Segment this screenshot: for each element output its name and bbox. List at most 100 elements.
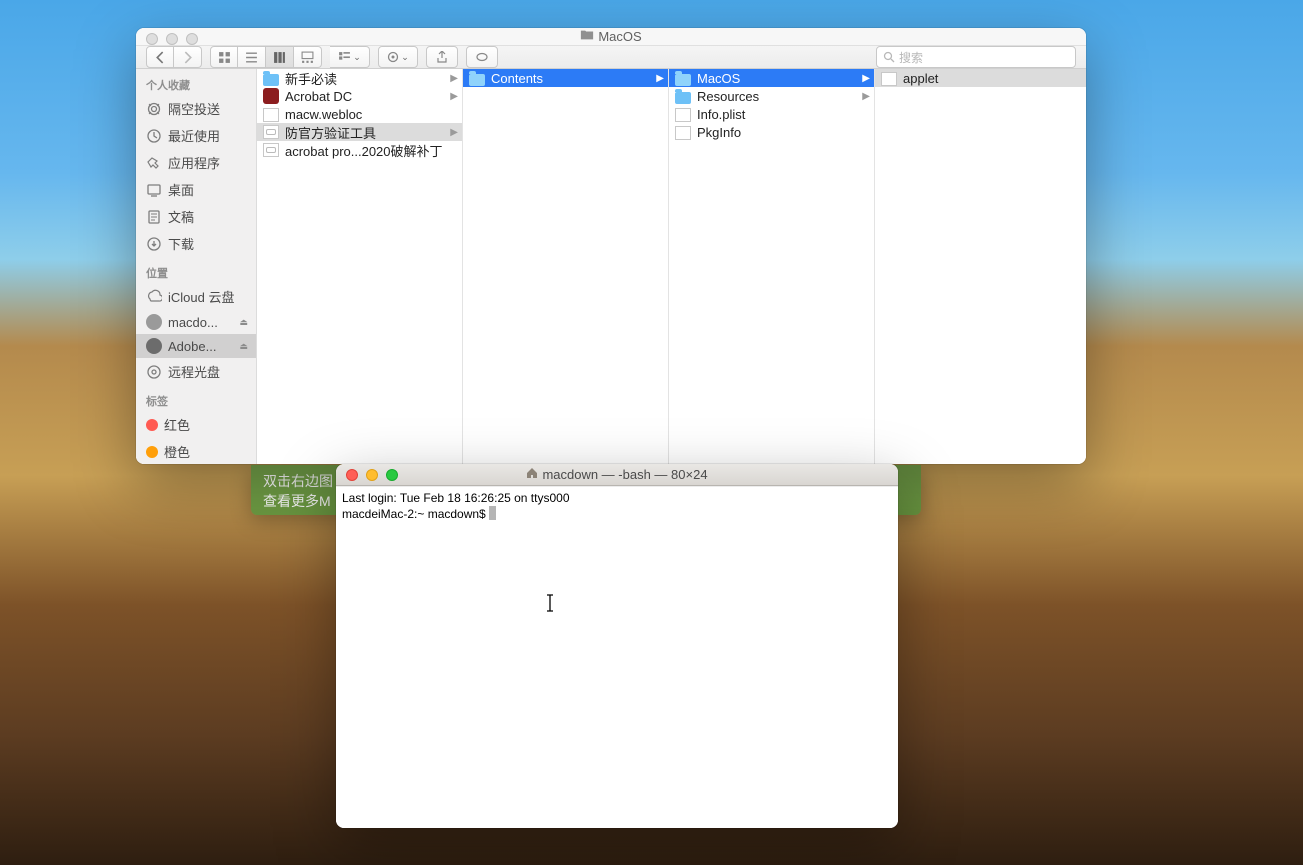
file-row[interactable]: Info.plist [669, 105, 874, 123]
sidebar-item[interactable]: 隔空投送 [136, 95, 256, 122]
search-input[interactable]: 搜索 [876, 46, 1076, 68]
sidebar-label: Adobe... [168, 339, 216, 354]
folder-icon [263, 74, 279, 86]
app-icon [263, 88, 279, 104]
close-button[interactable] [146, 33, 158, 45]
folder-icon [675, 74, 691, 86]
finder-window: MacOS ⌄ ⌄ 搜索 个人收藏 [136, 28, 1086, 464]
ibeam-cursor-icon [545, 594, 555, 617]
sidebar-label: 红色 [164, 415, 190, 434]
search-placeholder: 搜索 [899, 49, 923, 66]
view-icon-button[interactable] [210, 46, 238, 68]
finder-sidebar: 个人收藏 隔空投送最近使用应用程序桌面文稿下载 位置 iCloud 云盘 macd… [136, 69, 257, 464]
file-label: Contents [491, 71, 543, 86]
sb-fav-header: 个人收藏 [136, 69, 256, 95]
sidebar-item[interactable]: Adobe... ⏏ [136, 334, 256, 358]
file-label: 新手必读 [285, 69, 337, 88]
file-label: Acrobat DC [285, 89, 352, 104]
chevron-right-icon: ▶ [450, 73, 458, 84]
close-button[interactable] [346, 469, 358, 481]
file-label: acrobat pro...2020破解补丁 [285, 141, 443, 160]
action-button[interactable]: ⌄ [378, 46, 418, 68]
finder-title: MacOS [598, 29, 641, 44]
sidebar-label: 橙色 [164, 442, 190, 461]
sidebar-item[interactable]: iCloud 云盘 [136, 283, 256, 310]
file-label: 防官方验证工具 [285, 123, 376, 142]
file-row[interactable]: acrobat pro...2020破解补丁 [257, 141, 462, 159]
sb-loc-header: 位置 [136, 257, 256, 283]
sidebar-item[interactable]: 文稿 [136, 203, 256, 230]
maximize-button[interactable] [386, 469, 398, 481]
tag-dot-icon [146, 446, 158, 458]
search-icon [883, 51, 895, 63]
share-button[interactable] [426, 46, 458, 68]
file-label: Resources [697, 89, 759, 104]
chevron-right-icon: ▶ [862, 91, 870, 102]
sidebar-item[interactable]: macdo... ⏏ [136, 310, 256, 334]
file-row[interactable]: Contents ▶ [463, 69, 668, 87]
sidebar-label: 隔空投送 [168, 99, 220, 118]
finder-columns: 新手必读 ▶ Acrobat DC ▶ macw.webloc防官方验证工具 ▶ acrob… [257, 69, 1086, 464]
sidebar-tag[interactable]: 橙色 [136, 438, 256, 464]
group-button[interactable]: ⌄ [330, 46, 370, 68]
file-row[interactable]: 新手必读 ▶ [257, 69, 462, 87]
chevron-right-icon: ▶ [656, 73, 664, 84]
file-row[interactable]: applet [875, 69, 1086, 87]
sidebar-label: iCloud 云盘 [168, 287, 234, 306]
terminal-title: macdown — -bash — 80×24 [542, 467, 707, 482]
minimize-button[interactable] [366, 469, 378, 481]
sidebar-item[interactable]: 下载 [136, 230, 256, 257]
back-button[interactable] [146, 46, 174, 68]
file-row[interactable]: Resources ▶ [669, 87, 874, 105]
tags-button[interactable] [466, 46, 498, 68]
script-icon [263, 125, 279, 139]
view-buttons [210, 46, 322, 68]
eject-icon[interactable]: ⏏ [239, 317, 248, 328]
file-row[interactable]: PkgInfo [669, 123, 874, 141]
finder-titlebar[interactable]: MacOS [136, 28, 1086, 46]
file-icon [263, 108, 279, 122]
sidebar-label: 远程光盘 [168, 362, 220, 381]
nav-buttons [146, 46, 202, 68]
terminal-titlebar[interactable]: macdown — -bash — 80×24 [336, 464, 898, 486]
maximize-button[interactable] [186, 33, 198, 45]
file-label: MacOS [697, 71, 740, 86]
sidebar-label: macdo... [168, 315, 218, 330]
sidebar-item[interactable]: 远程光盘 [136, 358, 256, 385]
column-3[interactable]: MacOS ▶ Resources ▶ Info.plist PkgInfo [669, 69, 875, 464]
view-column-button[interactable] [266, 46, 294, 68]
file-label: applet [903, 71, 938, 86]
sidebar-label: 应用程序 [168, 153, 220, 172]
terminal-body[interactable]: Last login: Tue Feb 18 16:26:25 on ttys0… [336, 486, 898, 828]
sidebar-tag[interactable]: 红色 [136, 411, 256, 438]
sidebar-item[interactable]: 最近使用 [136, 122, 256, 149]
file-icon [675, 108, 691, 122]
tag-dot-icon [146, 419, 158, 431]
terminal-window: macdown — -bash — 80×24 Last login: Tue … [336, 464, 898, 828]
view-list-button[interactable] [238, 46, 266, 68]
file-row[interactable]: Acrobat DC ▶ [257, 87, 462, 105]
file-row[interactable]: MacOS ▶ [669, 69, 874, 87]
term-line1: Last login: Tue Feb 18 16:26:25 on ttys0… [342, 491, 570, 505]
eject-icon[interactable]: ⏏ [239, 341, 248, 352]
file-label: PkgInfo [697, 125, 741, 140]
term-prompt: macdeiMac-2:~ macdown$ [342, 507, 489, 521]
chevron-right-icon: ▶ [862, 73, 870, 84]
forward-button[interactable] [174, 46, 202, 68]
sidebar-item[interactable]: 桌面 [136, 176, 256, 203]
folder-icon [580, 28, 594, 45]
minimize-button[interactable] [166, 33, 178, 45]
sidebar-item[interactable]: 应用程序 [136, 149, 256, 176]
file-icon [675, 126, 691, 140]
view-gallery-button[interactable] [294, 46, 322, 68]
column-2[interactable]: Contents ▶ [463, 69, 669, 464]
column-1[interactable]: 新手必读 ▶ Acrobat DC ▶ macw.webloc防官方验证工具 ▶ acrob… [257, 69, 463, 464]
file-row[interactable]: macw.webloc [257, 105, 462, 123]
column-4[interactable]: applet [875, 69, 1086, 464]
sidebar-label: 桌面 [168, 180, 194, 199]
chevron-right-icon: ▶ [450, 91, 458, 102]
script-icon [263, 143, 279, 157]
file-row[interactable]: 防官方验证工具 ▶ [257, 123, 462, 141]
chevron-right-icon: ▶ [450, 127, 458, 138]
file-label: Info.plist [697, 107, 745, 122]
